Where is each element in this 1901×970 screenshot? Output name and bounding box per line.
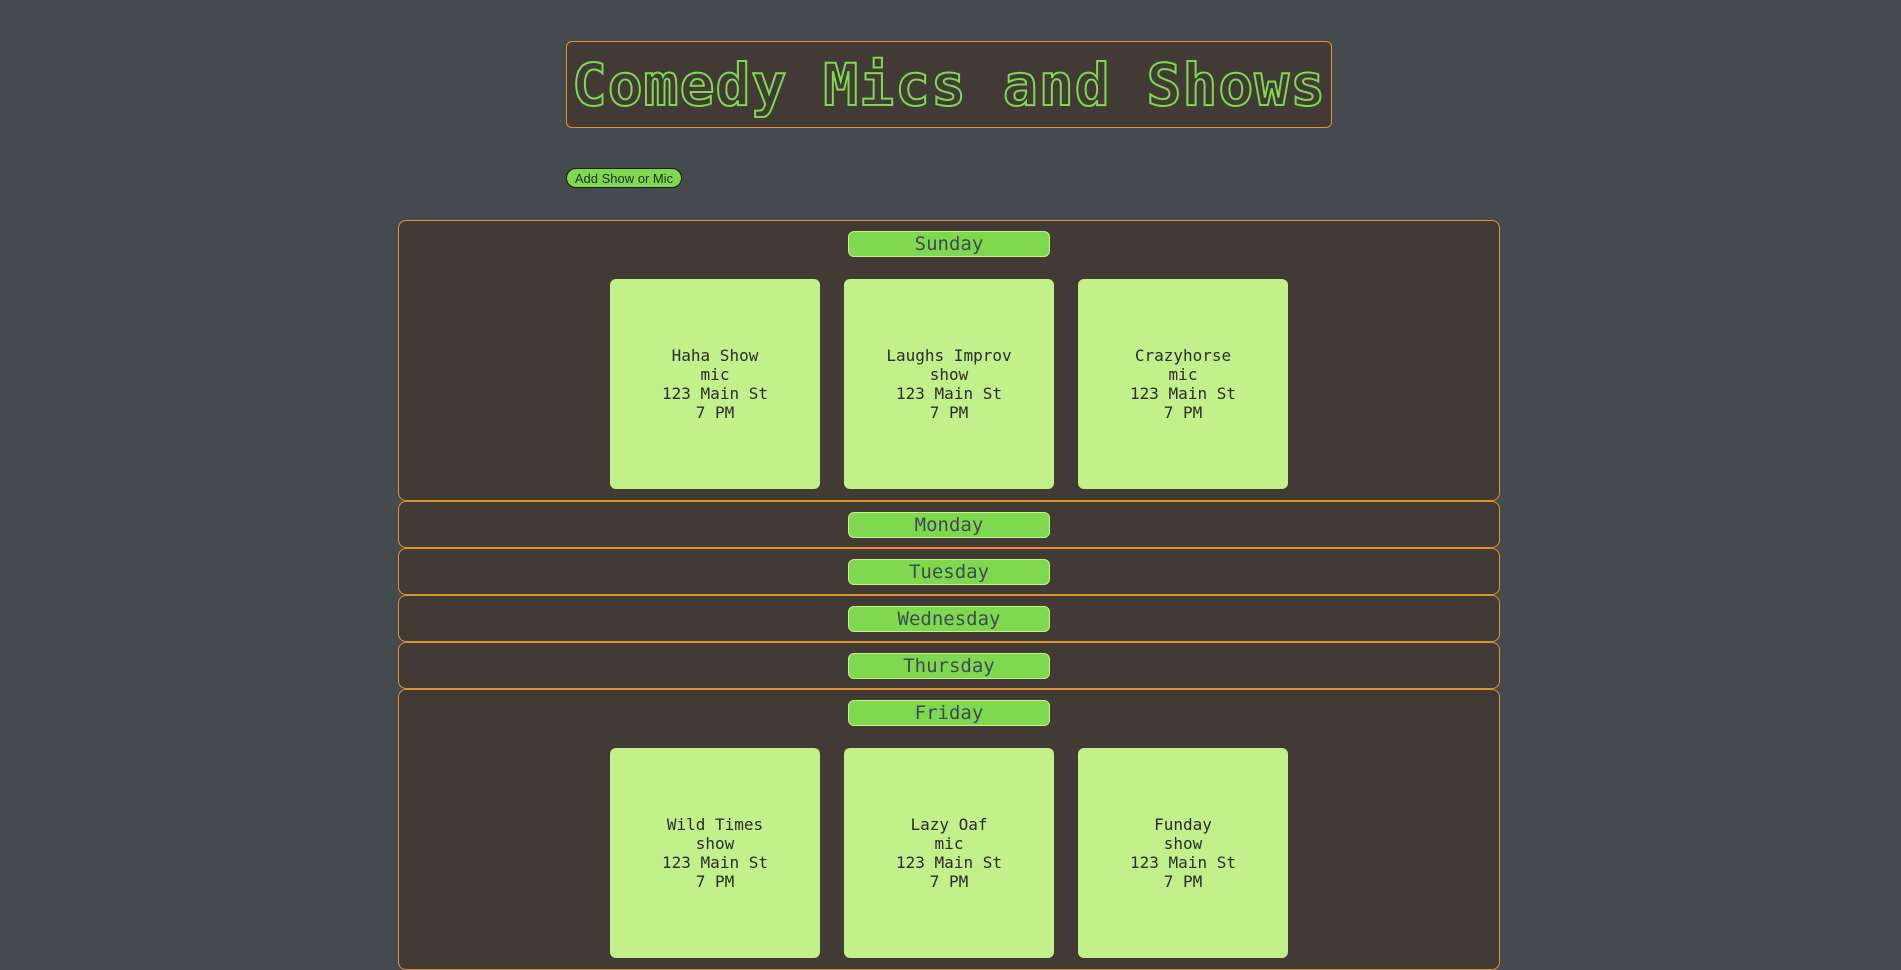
event-time: 7 PM — [929, 403, 969, 422]
event-time: 7 PM — [695, 872, 735, 891]
day-header-friday[interactable]: Friday — [848, 700, 1050, 726]
event-address: 123 Main St — [1130, 853, 1236, 872]
days-list: Sunday Haha Show mic 123 Main St 7 PM Laughs … — [398, 220, 1500, 970]
event-cards: Wild Times show 123 Main St 7 PM Lazy Oaf mic… — [399, 748, 1499, 958]
day-section-wednesday: Wednesday — [398, 595, 1500, 642]
day-section-friday: Friday Wild Times show 123 Main St 7 PM Lazy … — [398, 689, 1500, 970]
event-address: 123 Main St — [662, 853, 768, 872]
event-card[interactable]: Wild Times show 123 Main St 7 PM — [610, 748, 820, 958]
event-type: mic — [1168, 365, 1198, 384]
day-header-tuesday[interactable]: Tuesday — [848, 559, 1050, 585]
event-type: show — [929, 365, 969, 384]
day-header-monday[interactable]: Monday — [848, 512, 1050, 538]
day-section-tuesday: Tuesday — [398, 548, 1500, 595]
title-box: Comedy Mics and Shows — [566, 41, 1332, 128]
event-name: Funday — [1154, 815, 1212, 834]
day-section-monday: Monday — [398, 501, 1500, 548]
event-name: Haha Show — [671, 346, 759, 365]
event-time: 7 PM — [1163, 872, 1203, 891]
event-name: Wild Times — [666, 815, 764, 834]
event-type: show — [695, 834, 735, 853]
day-header-wednesday[interactable]: Wednesday — [848, 606, 1050, 632]
day-section-thursday: Thursday — [398, 642, 1500, 689]
event-time: 7 PM — [1163, 403, 1203, 422]
day-header-thursday[interactable]: Thursday — [848, 653, 1050, 679]
page-title: Comedy Mics and Shows — [571, 50, 1327, 119]
add-show-or-mic-button[interactable]: Add Show or Mic — [566, 168, 682, 188]
event-type: show — [1163, 834, 1203, 853]
event-address: 123 Main St — [662, 384, 768, 403]
event-card[interactable]: Haha Show mic 123 Main St 7 PM — [610, 279, 820, 489]
event-cards: Haha Show mic 123 Main St 7 PM Laughs Improv… — [399, 279, 1499, 489]
event-type: mic — [934, 834, 964, 853]
event-address: 123 Main St — [896, 853, 1002, 872]
event-card[interactable]: Laughs Improv show 123 Main St 7 PM — [844, 279, 1054, 489]
event-address: 123 Main St — [1130, 384, 1236, 403]
event-time: 7 PM — [929, 872, 969, 891]
event-card[interactable]: Lazy Oaf mic 123 Main St 7 PM — [844, 748, 1054, 958]
event-name: Laughs Improv — [886, 346, 1012, 365]
event-address: 123 Main St — [896, 384, 1002, 403]
event-time: 7 PM — [695, 403, 735, 422]
event-name: Crazyhorse — [1134, 346, 1232, 365]
event-name: Lazy Oaf — [910, 815, 988, 834]
day-section-sunday: Sunday Haha Show mic 123 Main St 7 PM Laughs … — [398, 220, 1500, 501]
event-card[interactable]: Funday show 123 Main St 7 PM — [1078, 748, 1288, 958]
event-type: mic — [700, 365, 730, 384]
event-card[interactable]: Crazyhorse mic 123 Main St 7 PM — [1078, 279, 1288, 489]
day-header-sunday[interactable]: Sunday — [848, 231, 1050, 257]
